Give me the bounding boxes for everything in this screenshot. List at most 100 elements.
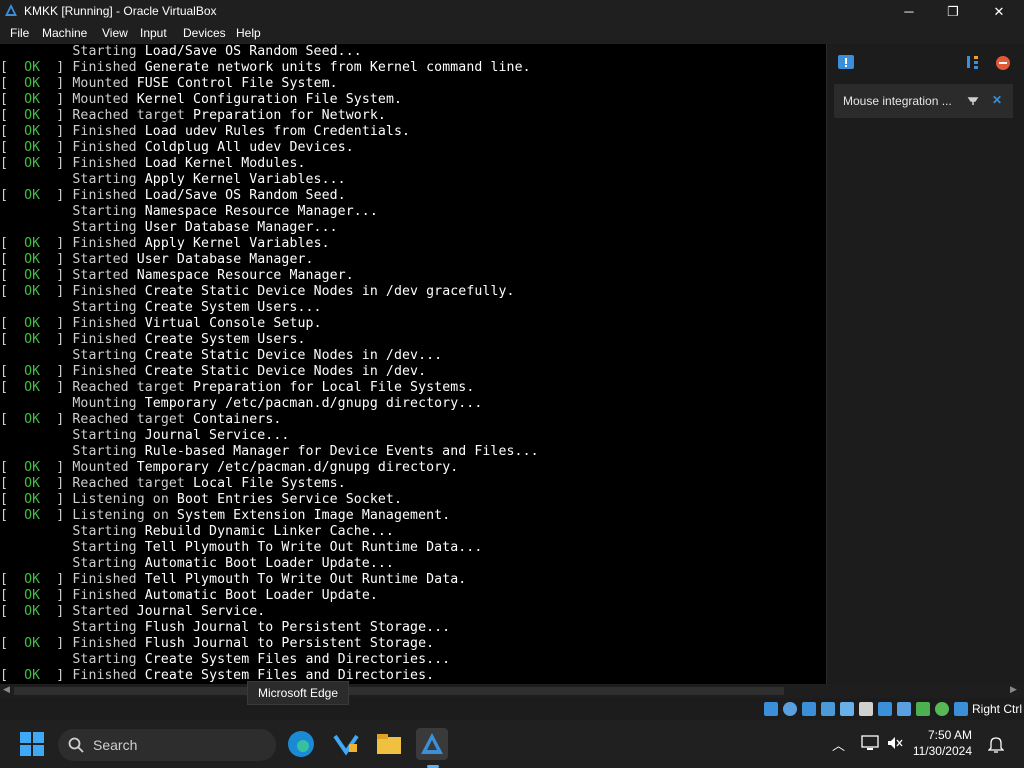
ok-label: OK bbox=[24, 108, 41, 123]
console-line: [ OK ] Started Namespace Resource Manage… bbox=[0, 268, 354, 284]
menu-input[interactable]: Input bbox=[140, 26, 167, 40]
clear-notifications-icon[interactable] bbox=[994, 54, 1012, 72]
audio-icon[interactable] bbox=[802, 702, 816, 716]
usb-icon[interactable] bbox=[840, 702, 854, 716]
status-prefix bbox=[0, 428, 72, 443]
scrollbar-thumb[interactable] bbox=[14, 687, 784, 695]
console-message: Create Static Device Nodes in /dev grace… bbox=[144, 284, 515, 299]
harddisk-icon[interactable] bbox=[764, 702, 778, 716]
notification-side-panel: Mouse integration ... ✕ bbox=[826, 44, 1024, 684]
virtualbox-icon bbox=[5, 4, 17, 16]
console-verb: Starting bbox=[72, 172, 145, 187]
file-explorer-icon[interactable] bbox=[373, 728, 405, 760]
console-message: System Extension Image Management. bbox=[176, 508, 451, 523]
title-bar: KMKK [Running] - Oracle VirtualBox ─ ❐ ✕ bbox=[0, 0, 1024, 23]
console-message: Virtual Console Setup. bbox=[144, 316, 322, 331]
menu-file[interactable]: File bbox=[10, 26, 29, 40]
console-message: Generate network units from Kernel comma… bbox=[144, 60, 531, 75]
console-verb: Starting bbox=[72, 44, 145, 59]
status-prefix bbox=[0, 652, 72, 667]
status-prefix: [ OK ] bbox=[0, 284, 73, 299]
console-verb: Starting bbox=[72, 524, 145, 539]
scroll-right-icon[interactable]: ▶ bbox=[1010, 684, 1017, 695]
system-clock[interactable]: 7:50 AM 11/30/2024 bbox=[913, 728, 972, 758]
volume-muted-icon[interactable] bbox=[886, 735, 904, 751]
menu-view[interactable]: View bbox=[102, 26, 128, 40]
vscode-icon[interactable] bbox=[330, 728, 362, 760]
console-line: [ OK ] Listening on System Extension Ima… bbox=[0, 508, 450, 524]
console-verb: Starting bbox=[72, 348, 145, 363]
network-tray-icon[interactable] bbox=[861, 735, 879, 751]
status-prefix: [ OK ] bbox=[0, 332, 73, 347]
maximize-button[interactable]: ❐ bbox=[930, 0, 976, 23]
status-prefix bbox=[0, 556, 72, 571]
console-verb: Listening on bbox=[72, 492, 177, 507]
status-prefix: [ OK ] bbox=[0, 364, 73, 379]
console-message: Flush Journal to Persistent Storage. bbox=[144, 636, 435, 651]
sort-icon[interactable] bbox=[965, 54, 981, 72]
scroll-left-icon[interactable]: ◀ bbox=[3, 684, 10, 695]
console-line: [ OK ] Mounted Temporary /etc/pacman.d/g… bbox=[0, 460, 458, 476]
console-message: Rule-based Manager for Device Events and… bbox=[144, 444, 539, 459]
status-prefix: [ OK ] bbox=[0, 92, 73, 107]
virtualbox-taskbar-icon[interactable] bbox=[416, 728, 448, 760]
minimize-button[interactable]: ─ bbox=[886, 0, 932, 23]
show-hidden-icons-chevron-icon[interactable]: ︿ bbox=[832, 735, 845, 754]
console-line: [ OK ] Started User Database Manager. bbox=[0, 252, 314, 268]
horizontal-scrollbar[interactable]: ◀ ▶ bbox=[0, 684, 1024, 698]
console-line: [ OK ] Reached target Preparation for Ne… bbox=[0, 108, 386, 124]
status-prefix: [ OK ] bbox=[0, 460, 73, 475]
notification-close-icon[interactable]: ✕ bbox=[992, 93, 1002, 107]
close-button[interactable]: ✕ bbox=[976, 0, 1022, 23]
ok-label: OK bbox=[24, 508, 41, 523]
shared-folders-icon[interactable] bbox=[859, 702, 873, 716]
console-verb: Reached target bbox=[72, 476, 193, 491]
console-message: Coldplug All udev Devices. bbox=[144, 140, 354, 155]
console-line: [ OK ] Finished Automatic Boot Loader Up… bbox=[0, 588, 378, 604]
ok-label: OK bbox=[24, 140, 41, 155]
console-message: Apply Kernel Variables... bbox=[144, 172, 346, 187]
console-line: [ OK ] Reached target Containers. bbox=[0, 412, 281, 428]
ok-label: OK bbox=[24, 460, 41, 475]
menu-devices[interactable]: Devices bbox=[183, 26, 226, 40]
console-verb: Mounted bbox=[72, 92, 137, 107]
edge-icon[interactable] bbox=[285, 728, 317, 760]
notification-bell-icon[interactable] bbox=[988, 735, 1004, 753]
info-icon[interactable] bbox=[837, 54, 855, 72]
menu-machine[interactable]: Machine bbox=[42, 26, 87, 40]
ok-label: OK bbox=[24, 236, 41, 251]
recording-icon[interactable] bbox=[897, 702, 911, 716]
console-message: Temporary /etc/pacman.d/gnupg directory.… bbox=[144, 396, 483, 411]
start-icon[interactable] bbox=[20, 732, 44, 756]
status-prefix bbox=[0, 172, 72, 187]
console-line: [ OK ] Finished Load/Save OS Random Seed… bbox=[0, 188, 346, 204]
notification-item[interactable]: Mouse integration ... ✕ bbox=[834, 84, 1013, 118]
mouse-integration-icon[interactable] bbox=[954, 702, 968, 716]
console-line: Starting Tell Plymouth To Write Out Runt… bbox=[0, 540, 482, 556]
cpu-icon[interactable] bbox=[916, 702, 930, 716]
display-icon[interactable] bbox=[878, 702, 892, 716]
taskbar-search[interactable]: Search bbox=[58, 729, 276, 761]
network-icon[interactable] bbox=[821, 702, 835, 716]
console-verb: Started bbox=[72, 252, 137, 267]
console-message: Create Static Device Nodes in /dev. bbox=[144, 364, 427, 379]
menu-help[interactable]: Help bbox=[236, 26, 261, 40]
status-prefix: [ OK ] bbox=[0, 268, 73, 283]
optical-drive-icon[interactable] bbox=[783, 702, 797, 716]
ok-label: OK bbox=[24, 156, 41, 171]
console-message: Rebuild Dynamic Linker Cache... bbox=[144, 524, 394, 539]
status-prefix: [ OK ] bbox=[0, 668, 73, 683]
pin-icon[interactable] bbox=[967, 95, 979, 107]
console-message: Tell Plymouth To Write Out Runtime Data. bbox=[144, 572, 467, 587]
status-prefix bbox=[0, 524, 72, 539]
console-verb: Mounted bbox=[72, 76, 137, 91]
status-prefix: [ OK ] bbox=[0, 476, 73, 491]
console-message: Preparation for Local File Systems. bbox=[192, 380, 475, 395]
console-line: Starting Journal Service... bbox=[0, 428, 289, 444]
console-verb: Starting bbox=[72, 204, 145, 219]
console-message: FUSE Control File System. bbox=[136, 76, 338, 91]
console-line: Mounting Temporary /etc/pacman.d/gnupg d… bbox=[0, 396, 482, 412]
vm-console[interactable]: Starting Load/Save OS Random Seed...[ OK… bbox=[0, 44, 826, 684]
virtualization-icon[interactable] bbox=[935, 702, 949, 716]
console-line: Starting Create System Files and Directo… bbox=[0, 652, 450, 668]
